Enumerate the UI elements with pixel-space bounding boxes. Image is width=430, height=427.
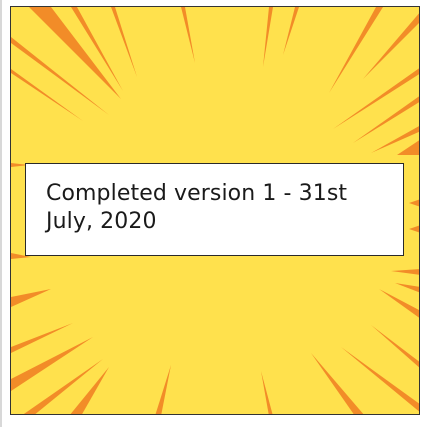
- previous-panel-edge: [0, 0, 2, 427]
- caption-box: Completed version 1 - 31st July, 2020: [25, 163, 404, 256]
- comic-panel: Completed version 1 - 31st July, 2020: [10, 6, 420, 415]
- caption-text: Completed version 1 - 31st July, 2020: [46, 181, 348, 234]
